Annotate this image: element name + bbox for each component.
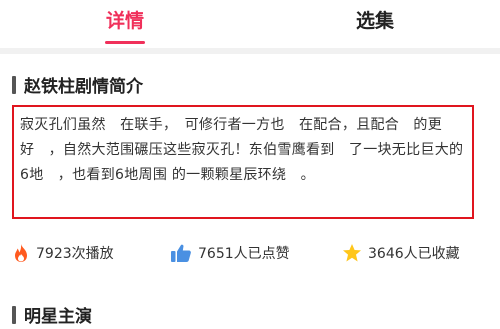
play-count-text: 7923次播放: [36, 246, 114, 262]
favorite-count[interactable]: 3646人已收藏: [342, 243, 460, 263]
section-divider: [0, 48, 500, 54]
active-tab-indicator: [105, 41, 145, 44]
tab-details-label: 详情: [105, 9, 144, 32]
star-icon: [343, 244, 361, 262]
synopsis-header: 赵铁柱剧情简介: [12, 72, 143, 97]
fire-icon: [15, 244, 27, 262]
favorite-count-text: 3646人已收藏: [368, 246, 460, 262]
tab-bar: 详情 选集: [0, 0, 500, 46]
like-count[interactable]: 7651人已点赞: [170, 243, 342, 263]
like-count-text: 7651人已点赞: [198, 246, 290, 262]
tab-episodes[interactable]: 选集: [250, 0, 500, 46]
thumbs-up-icon: [171, 244, 191, 262]
synopsis-text: 寂灭孔们虽然 在联手， 可修行者一方也 在配合，且配合 的更 好 ，自然大范围碾…: [12, 105, 474, 219]
tab-episodes-label: 选集: [355, 9, 394, 32]
stars-header: 明星主演: [12, 302, 92, 327]
section-marker: [12, 75, 16, 94]
section-marker: [12, 305, 16, 324]
synopsis-title: 赵铁柱剧情简介: [24, 77, 143, 97]
stars-title: 明星主演: [24, 307, 92, 327]
tab-details[interactable]: 详情: [0, 0, 250, 46]
stats-row: 7923次播放 7651人已点赞 3646人已收藏: [12, 240, 492, 266]
play-count: 7923次播放: [12, 243, 170, 263]
